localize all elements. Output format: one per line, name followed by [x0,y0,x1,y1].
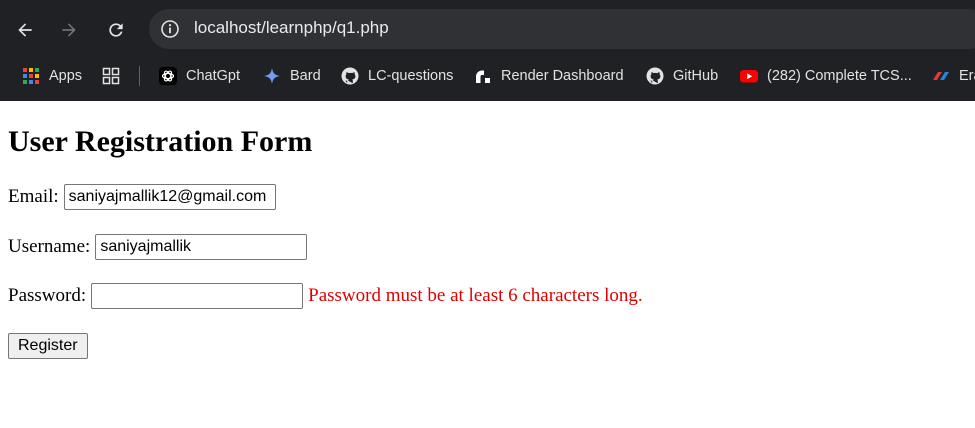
bard-sparkle-icon [263,67,281,85]
reload-icon [109,23,123,37]
github-icon [646,67,664,85]
bookmark-era[interactable]: Era [932,59,975,93]
forward-button[interactable] [52,13,86,47]
username-row: Username: [8,234,308,260]
apps-grid-icon [22,67,40,85]
bookmark-youtube-tcs[interactable]: (282) Complete TCS... [740,59,912,93]
render-icon [474,67,492,85]
tab-groups-button[interactable] [102,59,129,93]
bookmark-label: Apps [49,68,83,84]
bookmark-render-dashboard[interactable]: Render Dashboard [474,59,624,93]
bookmark-lc-questions[interactable]: LC-questions [341,59,453,93]
address-bar[interactable]: localhost/learnphp/q1.php [149,9,975,49]
register-button[interactable]: Register [8,333,88,359]
bookmark-apps[interactable]: Apps [22,59,82,93]
username-field[interactable] [95,234,308,260]
bookmark-chatgpt[interactable]: ChatGpt [159,59,240,93]
bookmark-label: LC-questions [368,68,454,84]
reload-button[interactable] [99,13,133,47]
arrow-right-icon [62,23,76,37]
password-row: Password: Password must be at least 6 ch… [8,283,643,309]
arrow-left-icon [18,23,32,37]
bookmarks-bar: Apps ChatGpt Bard LC-questions Render Da… [0,59,975,93]
email-row: Email: [8,184,276,210]
github-icon [341,67,359,85]
email-field[interactable] [63,184,276,210]
bookmark-label: Bard [290,68,321,84]
browser-chrome: localhost/learnphp/q1.php Apps ChatGpt B… [0,0,975,101]
bookmark-bard[interactable]: Bard [263,59,321,93]
username-label: Username: [8,236,91,257]
bookmark-label: ChatGpt [186,68,240,84]
password-field[interactable] [91,283,304,309]
era-icon [932,67,950,85]
tab-groups-icon [102,67,120,85]
info-icon[interactable] [160,19,180,39]
youtube-icon [740,67,758,85]
page-content: User Registration Form Email: Username: … [0,101,975,428]
password-label: Password: [8,285,87,306]
bookmark-label: GitHub [673,68,719,84]
url-text[interactable]: localhost/learnphp/q1.php [194,18,389,38]
bookmark-github[interactable]: GitHub [646,59,718,93]
back-button[interactable] [8,13,42,47]
bookmark-label: (282) Complete TCS... [767,68,912,84]
password-error-message: Password must be at least 6 characters l… [308,285,643,306]
bookmark-label: Render Dashboard [501,68,624,84]
bookmark-label: Era [959,68,975,84]
email-label: Email: [8,186,59,207]
chatgpt-icon [159,67,177,85]
page-title: User Registration Form [8,125,313,158]
